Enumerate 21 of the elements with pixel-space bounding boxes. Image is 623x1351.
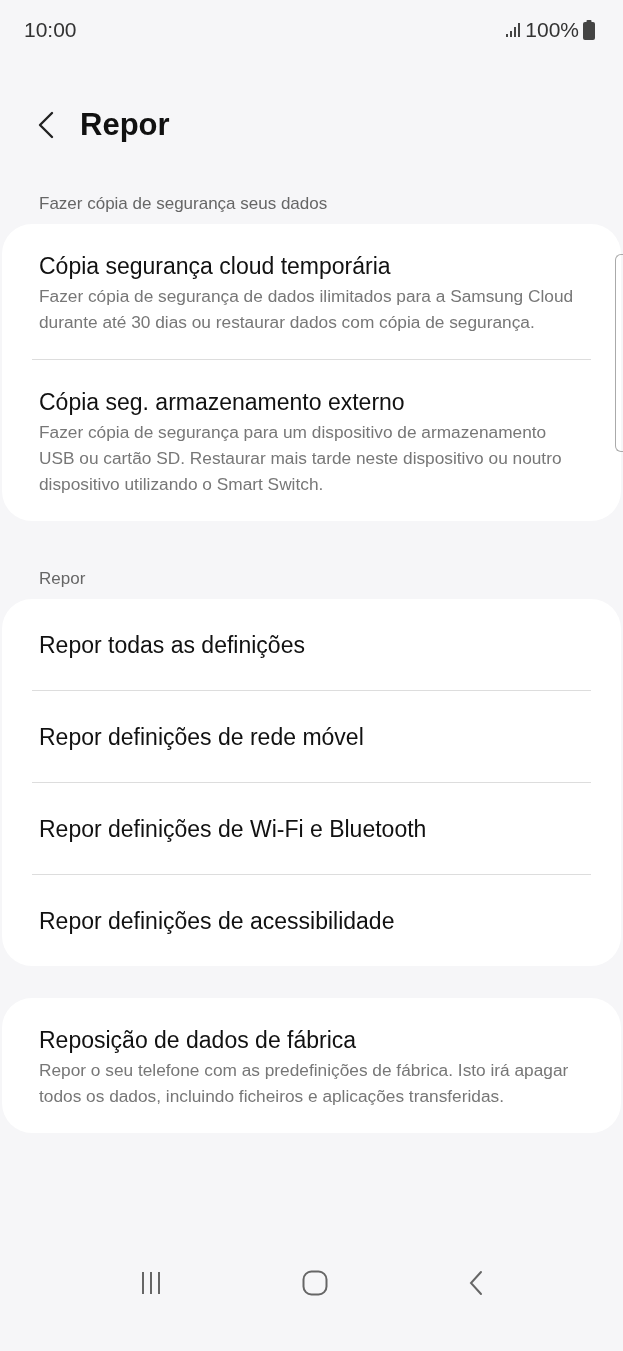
recent-apps-icon[interactable] [140,1271,163,1295]
setting-title[interactable]: Repor definições de rede móvel [39,722,584,752]
setting-title[interactable]: Repor definições de acessibilidade [39,906,584,936]
battery-icon [583,20,595,40]
setting-description: Fazer cópia de segurança para um dispositivo de armazenamento USB ou cartão SD. Restaurar mais tarde neste dispositivo ou noutro dispositivo utilizando o Smart Switch. [39,421,563,496]
section-heading: Repor [38,569,87,589]
setting-title[interactable]: Reposição de dados de fábrica [39,1025,584,1055]
setting-description: Repor o seu telefone com as predefinições de fábrica. Isto irá apagar todos os dados, incluindo ficheiros e aplicações transferidas. [39,1059,570,1108]
setting-title[interactable]: Cópia segurança cloud temporária [39,251,584,281]
signal-icon [505,22,522,38]
setting-title[interactable]: Cópia seg. armazenamento externo [39,387,584,417]
setting-description: Fazer cópia de segurança de dados ilimitados para a Samsung Cloud durante até 30 dias ou restaurar dados com cópia de segurança. [39,285,575,334]
home-icon[interactable] [302,1270,329,1296]
battery-percent: 100% [525,18,579,42]
time: 10:00 [24,18,77,42]
setting-title[interactable]: Repor definições de Wi-Fi e Bluetooth [39,814,584,844]
back-button[interactable] [38,111,54,139]
setting-title[interactable]: Repor todas as definições [39,630,584,660]
page-title: Repor [80,107,170,143]
back-nav-icon[interactable] [468,1270,483,1296]
section-heading: Fazer cópia de segurança seus dados [38,194,329,214]
